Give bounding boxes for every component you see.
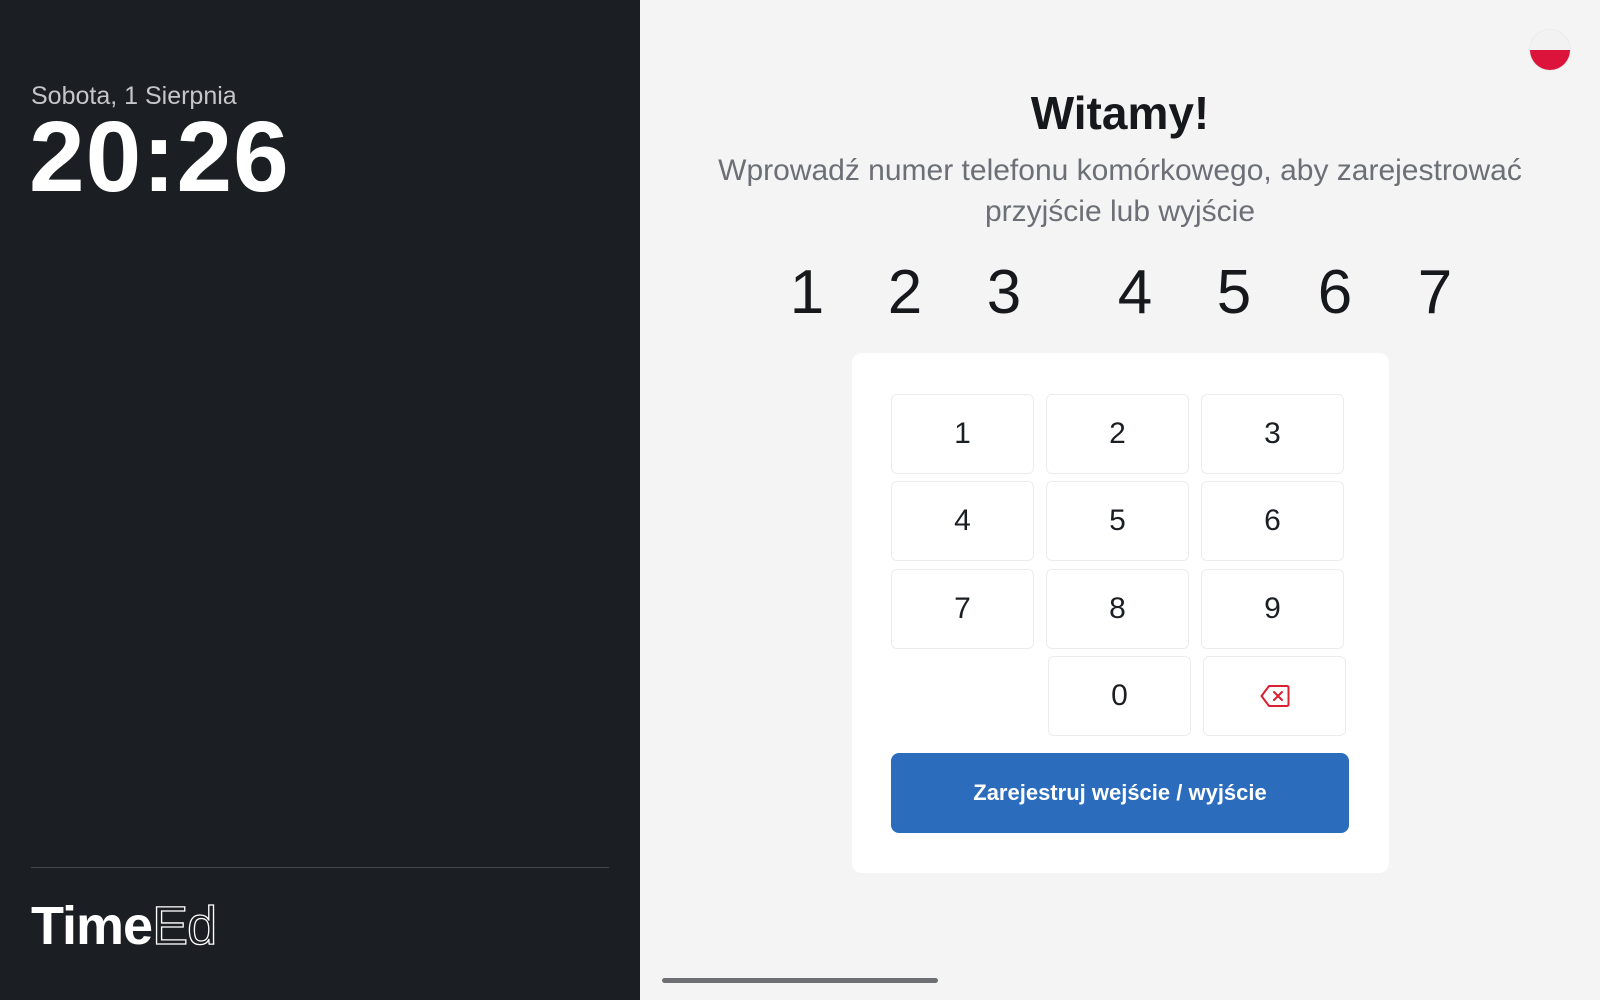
- poland-flag-icon[interactable]: [1530, 30, 1570, 70]
- phone-digit: 3: [986, 258, 1022, 327]
- keypad-key-2[interactable]: 2: [1046, 394, 1189, 474]
- keypad-card: 1 2 3 4 5 6 7 8 9 0 Zarejestruj wejście …: [852, 353, 1389, 873]
- brand-logo-light: Ed: [151, 896, 217, 956]
- keypad-key-6[interactable]: 6: [1201, 481, 1344, 561]
- phone-digit: 6: [1317, 258, 1353, 327]
- keypad-key-8[interactable]: 8: [1046, 569, 1189, 649]
- phone-digit: 4: [1117, 258, 1153, 327]
- keypad-key-4[interactable]: 4: [891, 481, 1034, 561]
- clock-time: 20:26: [29, 101, 290, 213]
- keypad-key-7[interactable]: 7: [891, 569, 1034, 649]
- phone-digit: 5: [1216, 258, 1252, 327]
- brand-logo: TimeEd: [31, 896, 218, 956]
- phone-digit: 1: [789, 258, 825, 327]
- page-title: Witamy!: [1030, 87, 1210, 139]
- backspace-icon: [1260, 685, 1289, 707]
- phone-digit: 2: [887, 258, 923, 327]
- main-panel: Witamy! Wprowadź numer telefonu komórkow…: [640, 0, 1600, 1000]
- instruction-text: Wprowadź numer telefonu komórkowego, aby…: [718, 154, 1522, 228]
- sidebar-divider: [31, 867, 609, 868]
- keypad-key-3[interactable]: 3: [1201, 394, 1344, 474]
- brand-logo-bold: Time: [31, 896, 153, 956]
- phone-digit: 7: [1417, 258, 1453, 327]
- phone-number-display: 1 2 3 4 5 6 7: [640, 258, 1600, 328]
- register-entry-exit-button[interactable]: Zarejestruj wejście / wyjście: [891, 753, 1349, 833]
- keypad-key-9[interactable]: 9: [1201, 569, 1344, 649]
- backspace-button[interactable]: [1203, 656, 1346, 736]
- home-indicator[interactable]: [662, 978, 938, 983]
- sidebar-panel: Sobota, 1 Sierpnia 20:26 TimeEd: [0, 0, 640, 1000]
- keypad-key-0[interactable]: 0: [1048, 656, 1191, 736]
- keypad-key-5[interactable]: 5: [1046, 481, 1189, 561]
- keypad-key-1[interactable]: 1: [891, 394, 1034, 474]
